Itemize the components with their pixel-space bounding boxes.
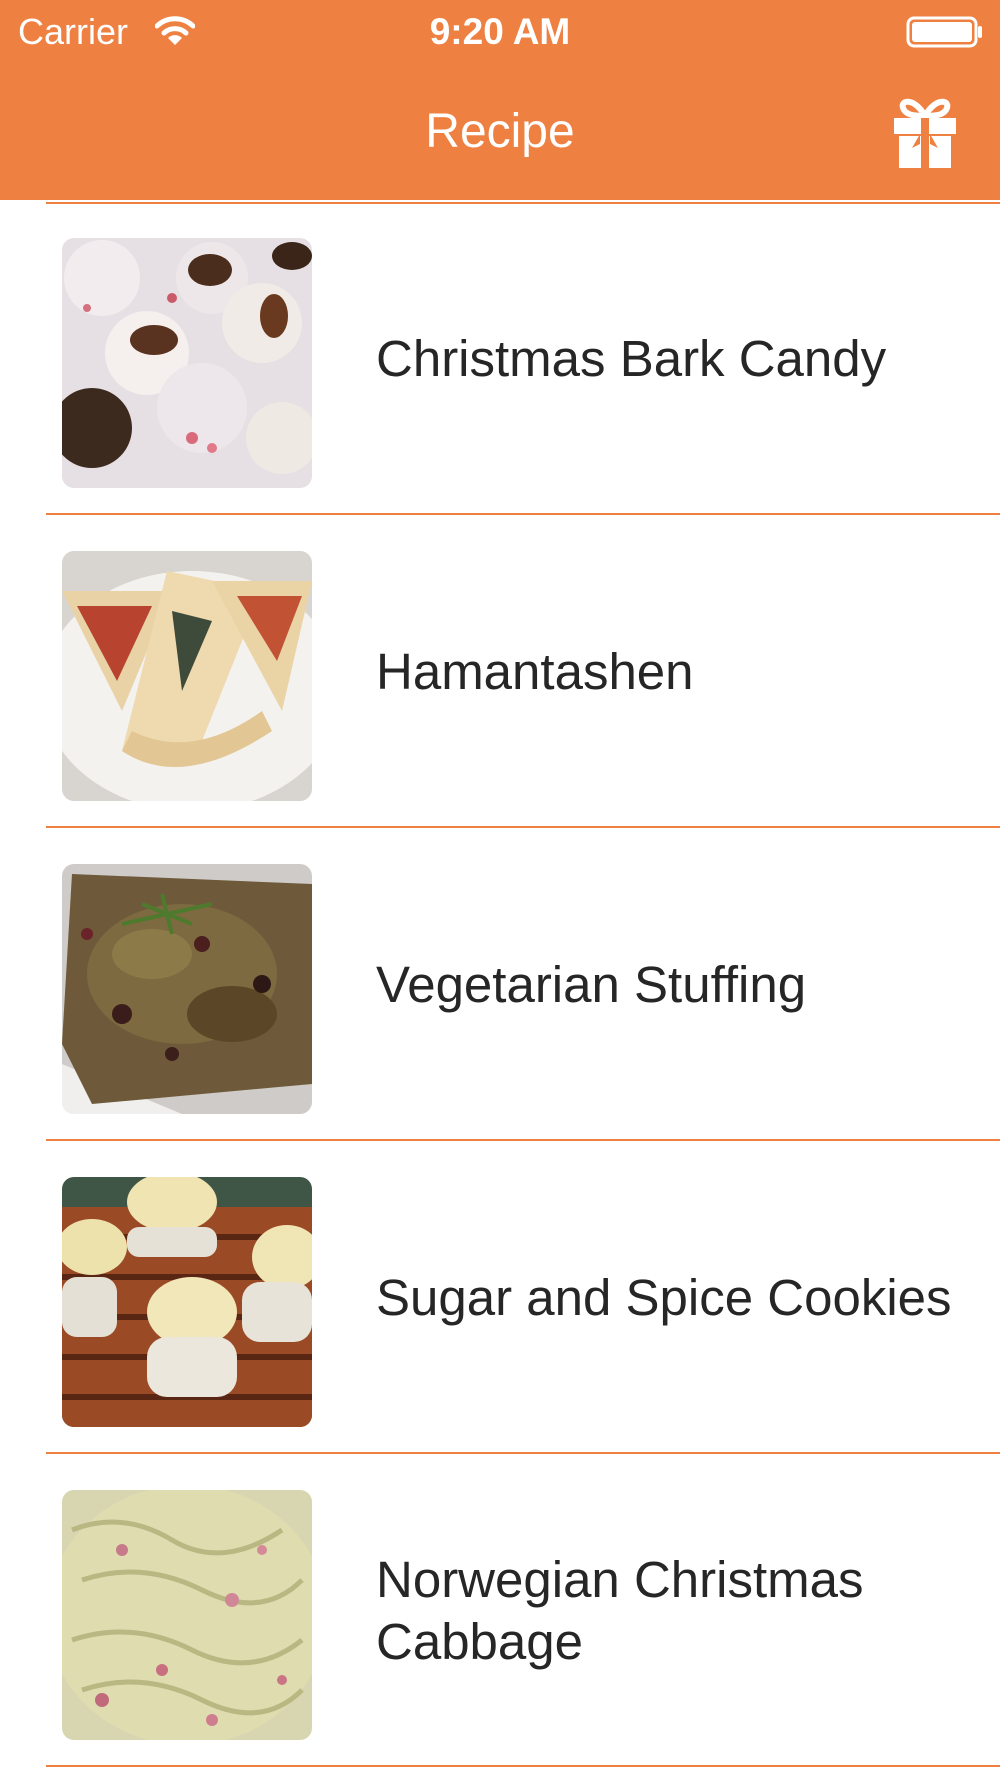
navigation-bar: Carrier 9:20 AM Recipe [0,0,1000,200]
recipe-thumbnail [62,238,312,488]
row-divider [46,1765,1000,1767]
list-item[interactable]: Vegetarian Stuffing [0,828,1000,1141]
list-item[interactable]: Norwegian Christmas Cabbage [0,1454,1000,1767]
list-item[interactable]: Hamantashen [0,515,1000,828]
status-time: 9:20 AM [429,11,571,52]
page-title: Recipe [425,105,575,158]
recipe-title: Christmas Bark Candy [376,329,887,387]
status-bar: Carrier 9:20 AM [0,0,1000,64]
gift-icon [894,98,956,168]
recipe-thumbnail [62,864,312,1114]
gift-button[interactable] [890,94,960,170]
list-item[interactable]: Sugar and Spice Cookies [0,1141,1000,1454]
recipe-title: Hamantashen [376,642,694,700]
recipe-title: Norwegian Christmas Cabbage [376,1550,864,1670]
battery-icon [906,16,984,48]
recipe-thumbnail [62,551,312,801]
list-item[interactable]: Christmas Bark Candy [0,202,1000,515]
recipe-title: Sugar and Spice Cookies [376,1268,952,1326]
recipe-thumbnail [62,1177,312,1427]
recipe-thumbnail [62,1490,312,1740]
recipe-title: Vegetarian Stuffing [376,955,807,1013]
